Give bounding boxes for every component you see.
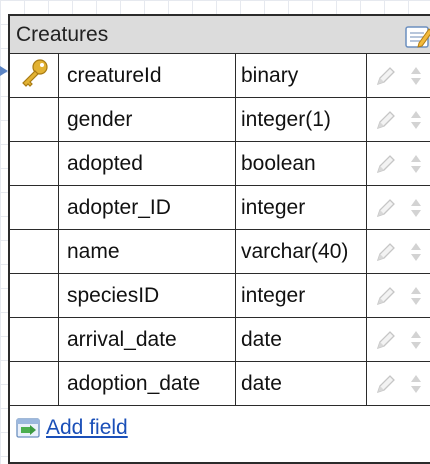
key-cell-empty: [10, 274, 59, 317]
field-actions: [367, 142, 427, 185]
field-type: binary: [236, 54, 367, 97]
field-row-adoption-date[interactable]: adoption_date date: [10, 362, 430, 406]
field-actions: [367, 54, 427, 97]
primary-key-cell: [10, 54, 59, 97]
field-row-adopter-id[interactable]: adopter_ID integer: [10, 186, 430, 230]
up-down-arrows-icon[interactable]: [409, 65, 423, 87]
field-name: gender: [59, 98, 236, 141]
pencil-icon[interactable]: [375, 65, 397, 87]
field-name: name: [59, 230, 236, 273]
field-actions: [367, 362, 427, 405]
up-down-arrows-icon[interactable]: [409, 241, 423, 263]
field-name: arrival_date: [59, 318, 236, 361]
field-type: integer(1): [236, 98, 367, 141]
pencil-icon[interactable]: [375, 373, 397, 395]
key-cell-empty: [10, 98, 59, 141]
up-down-arrows-icon[interactable]: [409, 153, 423, 175]
up-down-arrows-icon[interactable]: [409, 109, 423, 131]
edit-table-icon[interactable]: [405, 23, 430, 54]
pencil-icon[interactable]: [375, 285, 397, 307]
field-actions: [367, 186, 427, 229]
up-down-arrows-icon[interactable]: [409, 373, 423, 395]
field-actions: [367, 318, 427, 361]
field-row-name[interactable]: name varchar(40): [10, 230, 430, 274]
key-cell-empty: [10, 318, 59, 361]
field-row-adopted[interactable]: adopted boolean: [10, 142, 430, 186]
table-title: Creatures: [16, 23, 109, 46]
table-card: Creatures creatureId binary gender integ…: [8, 14, 430, 464]
field-name: adopter_ID: [59, 186, 236, 229]
pencil-icon[interactable]: [375, 329, 397, 351]
field-type: varchar(40): [236, 230, 367, 273]
field-type: integer: [236, 274, 367, 317]
pencil-icon[interactable]: [375, 109, 397, 131]
up-down-arrows-icon[interactable]: [409, 285, 423, 307]
add-field-icon[interactable]: [16, 417, 42, 439]
pencil-icon[interactable]: [375, 153, 397, 175]
key-cell-empty: [10, 362, 59, 405]
field-actions: [367, 274, 427, 317]
field-row-gender[interactable]: gender integer(1): [10, 98, 430, 142]
field-row-species-id[interactable]: speciesID integer: [10, 274, 430, 318]
field-name: creatureId: [59, 54, 236, 97]
key-cell-empty: [10, 142, 59, 185]
up-down-arrows-icon[interactable]: [409, 197, 423, 219]
pencil-icon[interactable]: [375, 241, 397, 263]
add-field-row: Add field: [10, 406, 430, 450]
field-name: speciesID: [59, 274, 236, 317]
pencil-icon[interactable]: [375, 197, 397, 219]
field-type: date: [236, 318, 367, 361]
field-name: adopted: [59, 142, 236, 185]
field-row-creatureId[interactable]: creatureId binary: [10, 54, 430, 98]
add-field-link[interactable]: Add field: [46, 416, 128, 440]
relation-connector-arrow: [0, 66, 8, 76]
field-name: adoption_date: [59, 362, 236, 405]
field-type: date: [236, 362, 367, 405]
field-type: integer: [236, 186, 367, 229]
key-icon: [19, 58, 49, 93]
key-cell-empty: [10, 186, 59, 229]
field-actions: [367, 98, 427, 141]
field-type: boolean: [236, 142, 367, 185]
table-title-bar: Creatures: [10, 16, 430, 54]
key-cell-empty: [10, 230, 59, 273]
field-actions: [367, 230, 427, 273]
up-down-arrows-icon[interactable]: [409, 329, 423, 351]
field-row-arrival-date[interactable]: arrival_date date: [10, 318, 430, 362]
